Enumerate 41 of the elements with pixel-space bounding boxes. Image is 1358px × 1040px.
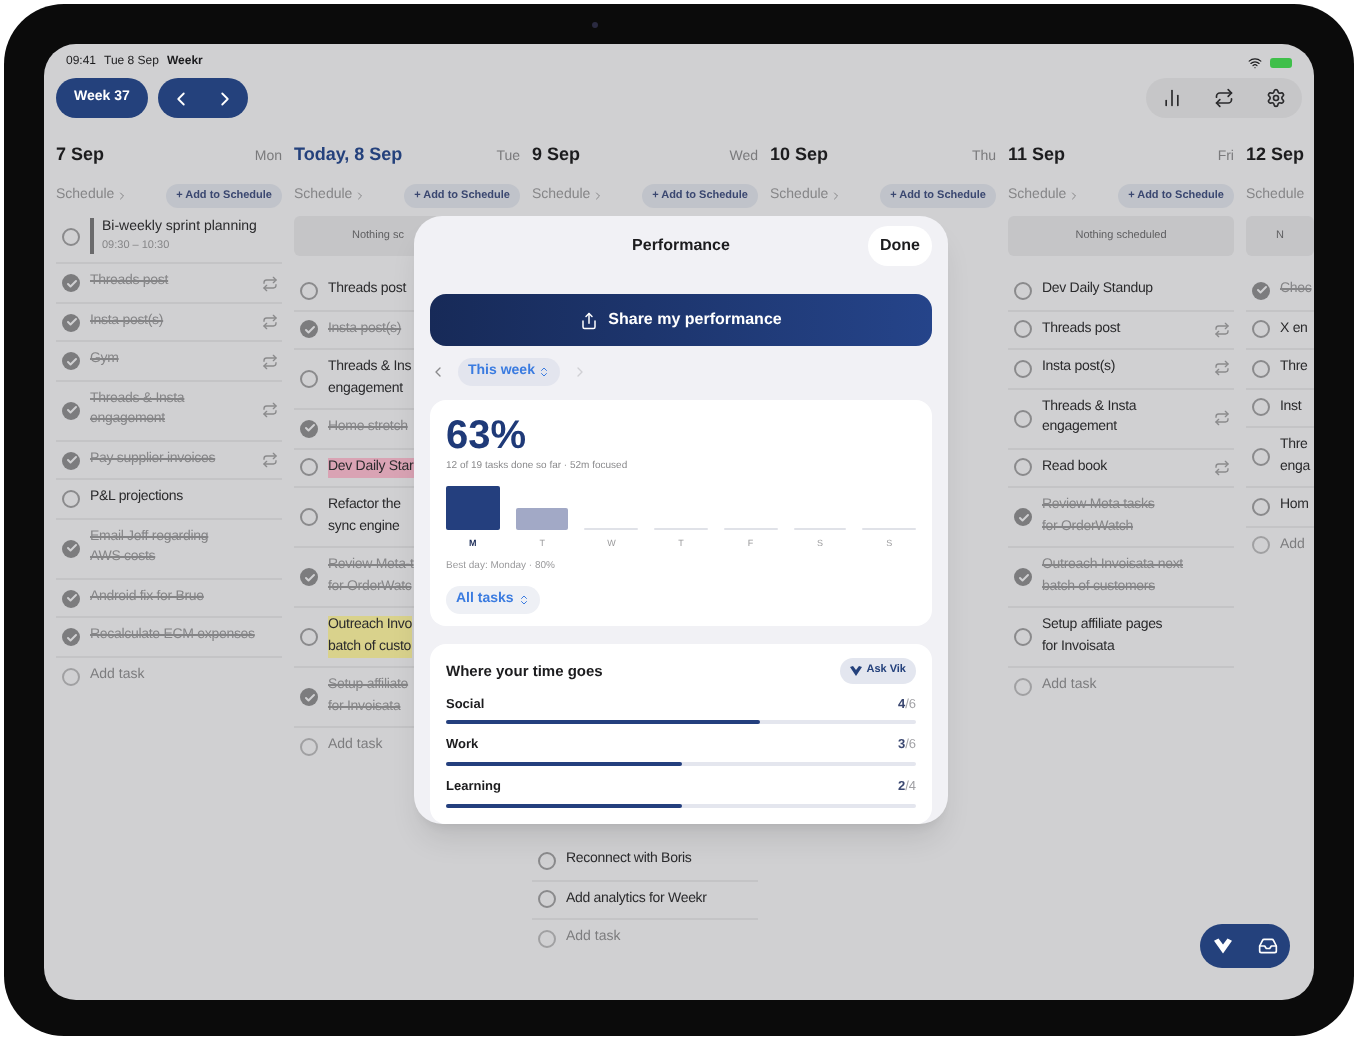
checked-circle-icon[interactable] bbox=[62, 352, 80, 370]
checked-circle-icon[interactable] bbox=[300, 419, 318, 438]
inbox-icon[interactable] bbox=[1257, 936, 1277, 956]
checked-circle-icon[interactable] bbox=[62, 589, 80, 607]
vee-icon bbox=[850, 665, 863, 676]
day-title: 10 Sep bbox=[770, 142, 829, 168]
checked-circle-icon[interactable] bbox=[62, 451, 80, 469]
checked-circle-icon[interactable] bbox=[300, 320, 318, 339]
checked-circle-icon[interactable] bbox=[1014, 508, 1032, 526]
chevron-icon bbox=[116, 190, 129, 202]
wifi-icon bbox=[1248, 55, 1262, 69]
checked-circle-icon[interactable] bbox=[62, 628, 80, 646]
battery-icon bbox=[1270, 57, 1292, 67]
sheet-title: Performance bbox=[632, 234, 730, 258]
previous-icon[interactable] bbox=[430, 364, 446, 380]
bar-chart-icon[interactable] bbox=[1162, 88, 1182, 108]
chevron-icon bbox=[592, 190, 605, 202]
camera-icon bbox=[592, 22, 598, 28]
day-title: Today, 8 Sep bbox=[294, 142, 403, 168]
checked-circle-icon[interactable] bbox=[1014, 568, 1032, 586]
checked-circle-icon[interactable] bbox=[62, 274, 80, 292]
completion-percent: 63% bbox=[446, 412, 529, 460]
checked-circle-icon[interactable] bbox=[300, 688, 318, 706]
chevron-icon bbox=[830, 190, 843, 202]
day-title: 7 Sep bbox=[56, 142, 105, 168]
chevron-icon bbox=[1068, 190, 1081, 202]
share-icon bbox=[580, 311, 599, 329]
day-title: 12 Sep bbox=[1246, 142, 1305, 168]
checked-circle-icon[interactable] bbox=[62, 539, 80, 558]
repeat-icon[interactable] bbox=[1214, 88, 1234, 108]
checked-circle-icon[interactable] bbox=[300, 568, 318, 586]
vee-icon[interactable] bbox=[1213, 938, 1231, 954]
chevron-icon bbox=[354, 190, 367, 202]
checked-circle-icon[interactable] bbox=[62, 401, 80, 420]
share-button[interactable]: Share my performance bbox=[430, 294, 932, 346]
checked-circle-icon[interactable] bbox=[62, 313, 80, 331]
done-button[interactable]: Done bbox=[868, 226, 932, 266]
checked-circle-icon[interactable] bbox=[1252, 281, 1270, 300]
day-title: 11 Sep bbox=[1008, 142, 1066, 168]
settings-icon[interactable] bbox=[1266, 88, 1286, 108]
day-title: 9 Sep bbox=[532, 142, 581, 168]
